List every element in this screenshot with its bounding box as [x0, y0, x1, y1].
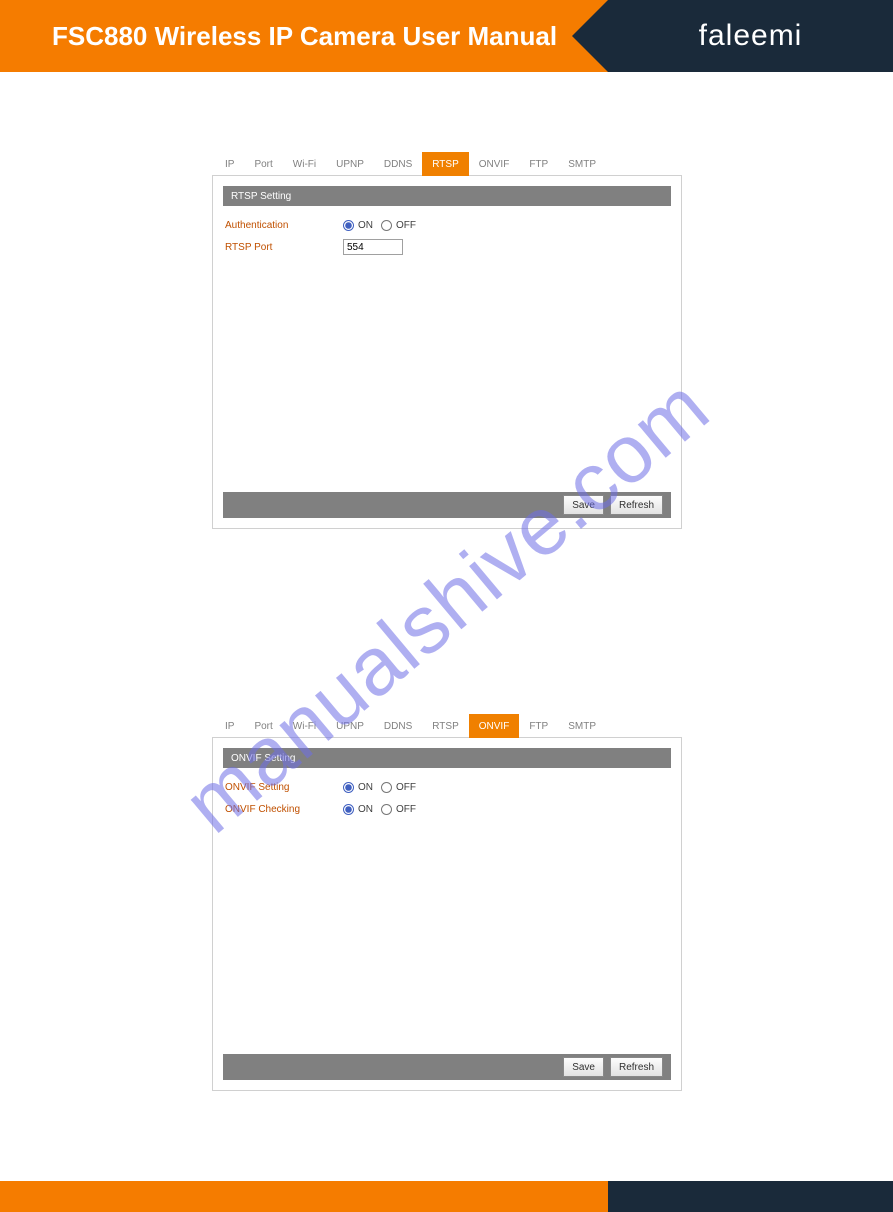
tab-smtp[interactable]: SMTP [558, 714, 606, 738]
tab-ftp[interactable]: FTP [519, 714, 558, 738]
radio-onvif-checking-on[interactable] [343, 804, 354, 815]
radio-onvif-checking-off[interactable] [381, 804, 392, 815]
row-onvif-checking: ONVIF Checking ON OFF [223, 798, 671, 820]
footer-orange [0, 1181, 608, 1212]
brand-logo: faleemi [699, 19, 803, 53]
tab-wifi[interactable]: Wi-Fi [283, 152, 326, 176]
tab-port[interactable]: Port [244, 152, 282, 176]
settings-panel-onvif: IP Port Wi-Fi UPNP DDNS RTSP ONVIF FTP S… [212, 737, 682, 1091]
panel-body-onvif: ONVIF Setting ONVIF Setting ON OFF ONVIF… [213, 738, 681, 1090]
tab-wifi[interactable]: Wi-Fi [283, 714, 326, 738]
radio-auth-on[interactable] [343, 220, 354, 231]
refresh-button[interactable]: Refresh [610, 1057, 663, 1077]
tab-bar-rtsp: IP Port Wi-Fi UPNP DDNS RTSP ONVIF FTP S… [213, 152, 606, 176]
tab-smtp[interactable]: SMTP [558, 152, 606, 176]
tab-upnp[interactable]: UPNP [326, 152, 374, 176]
refresh-button[interactable]: Refresh [610, 495, 663, 515]
tab-bar-onvif: IP Port Wi-Fi UPNP DDNS RTSP ONVIF FTP S… [213, 714, 606, 738]
tab-ddns[interactable]: DDNS [374, 714, 422, 738]
radio-label-on: ON [358, 782, 373, 793]
tab-upnp[interactable]: UPNP [326, 714, 374, 738]
save-button[interactable]: Save [563, 1057, 604, 1077]
header-title-bar: FSC880 Wireless IP Camera User Manual [0, 0, 608, 72]
page-footer [0, 1181, 893, 1212]
radio-label-on: ON [358, 220, 373, 231]
radio-label-on: ON [358, 804, 373, 815]
tab-ftp[interactable]: FTP [519, 152, 558, 176]
control-onvif-setting: ON OFF [343, 782, 420, 793]
section-header-rtsp: RTSP Setting [223, 186, 671, 206]
tab-onvif[interactable]: ONVIF [469, 152, 520, 176]
settings-panel-rtsp: IP Port Wi-Fi UPNP DDNS RTSP ONVIF FTP S… [212, 175, 682, 529]
page-title: FSC880 Wireless IP Camera User Manual [52, 21, 557, 52]
tab-rtsp[interactable]: RTSP [422, 152, 469, 176]
row-rtsp-port: RTSP Port [223, 236, 671, 258]
panel-body-rtsp: RTSP Setting Authentication ON OFF RTSP … [213, 176, 681, 528]
button-bar-rtsp: Save Refresh [223, 492, 671, 518]
control-onvif-checking: ON OFF [343, 804, 420, 815]
row-onvif-setting: ONVIF Setting ON OFF [223, 776, 671, 798]
tab-ddns[interactable]: DDNS [374, 152, 422, 176]
radio-label-off: OFF [396, 804, 416, 815]
section-content-rtsp: Authentication ON OFF RTSP Port [223, 206, 671, 492]
label-rtsp-port: RTSP Port [223, 242, 343, 253]
button-bar-onvif: Save Refresh [223, 1054, 671, 1080]
input-rtsp-port[interactable] [343, 239, 403, 255]
footer-dark [608, 1181, 893, 1212]
section-header-onvif: ONVIF Setting [223, 748, 671, 768]
radio-onvif-setting-off[interactable] [381, 782, 392, 793]
tab-ip[interactable]: IP [215, 714, 244, 738]
page-header: FSC880 Wireless IP Camera User Manual fa… [0, 0, 893, 72]
label-onvif-setting: ONVIF Setting [223, 782, 343, 793]
brand-area: faleemi [608, 0, 893, 72]
radio-label-off: OFF [396, 782, 416, 793]
radio-onvif-setting-on[interactable] [343, 782, 354, 793]
label-onvif-checking: ONVIF Checking [223, 804, 343, 815]
section-content-onvif: ONVIF Setting ON OFF ONVIF Checking ON O… [223, 768, 671, 1054]
radio-label-off: OFF [396, 220, 416, 231]
control-rtsp-port [343, 239, 403, 255]
tab-port[interactable]: Port [244, 714, 282, 738]
save-button[interactable]: Save [563, 495, 604, 515]
tab-rtsp[interactable]: RTSP [422, 714, 469, 738]
tab-ip[interactable]: IP [215, 152, 244, 176]
label-authentication: Authentication [223, 220, 343, 231]
radio-auth-off[interactable] [381, 220, 392, 231]
control-authentication: ON OFF [343, 220, 420, 231]
row-authentication: Authentication ON OFF [223, 214, 671, 236]
tab-onvif[interactable]: ONVIF [469, 714, 520, 738]
